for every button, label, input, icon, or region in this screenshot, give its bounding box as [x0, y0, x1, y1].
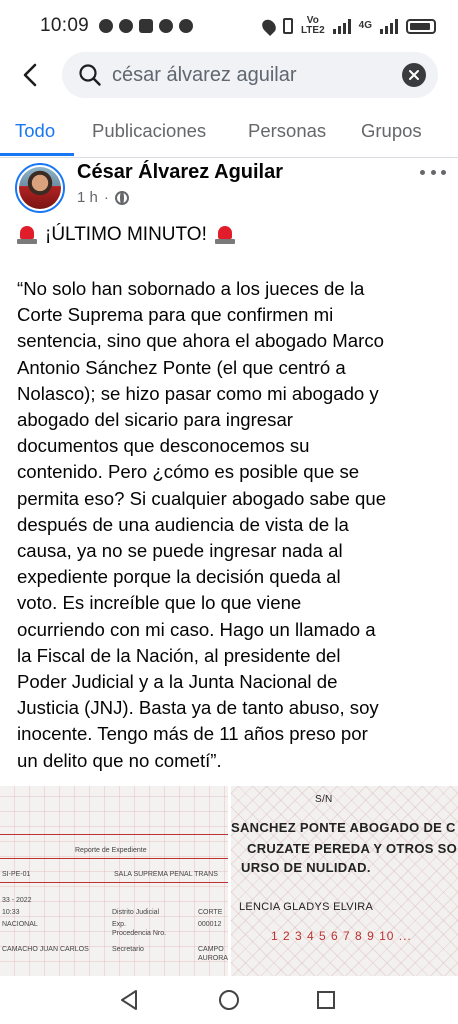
tab-publicaciones[interactable]: Publicaciones — [92, 120, 206, 142]
doc-row3-left: CAMACHO JUAN CARLOS — [2, 946, 89, 953]
tab-grupos[interactable]: Grupos — [361, 120, 422, 142]
square-recents-icon — [317, 991, 335, 1009]
post-image-document-report[interactable]: Reporte de Expediente SI-PE-01 SALA SUPR… — [0, 786, 228, 976]
doc-row1-right: CORTE — [198, 909, 223, 916]
body-line: abogado del sicario para ingresar — [17, 409, 293, 431]
doc-line3: URSO DE NULIDAD. — [241, 860, 371, 875]
location-icon — [259, 16, 279, 36]
circle-home-icon — [219, 990, 239, 1010]
siren-icon — [214, 226, 235, 244]
back-arrow-icon — [23, 63, 37, 87]
body-line: Antonio Sánchez Ponte (el que centró a — [17, 356, 346, 378]
post-body: “No solo han sobornado a los jueces de l… — [17, 276, 447, 774]
chrome-notification-icon-2 — [179, 19, 194, 33]
body-line: Poder Judicial y a la Junta Nacional de — [17, 671, 338, 693]
post-more-options-button[interactable] — [418, 160, 448, 184]
active-tab-indicator — [0, 153, 74, 156]
doc-line1: SANCHEZ PONTE ABOGADO DE C — [231, 820, 456, 835]
body-line: Nolasco); se hizo pasar como mi abogado … — [17, 382, 379, 404]
siren-icon — [17, 226, 37, 244]
search-filter-tabs: Todo Publicaciones Personas Grupos — [0, 104, 458, 158]
doc-sala: SALA SUPREMA PENAL TRANS — [114, 871, 218, 878]
doc-row3-mid: Secretario — [112, 946, 144, 953]
doc-row1-left: NACIONAL — [2, 921, 38, 928]
body-line: sentencia, sino que ahora el abogado Mar… — [17, 330, 384, 352]
messenger-notification-icon — [119, 19, 134, 33]
clear-search-button[interactable] — [402, 63, 426, 87]
nav-back-button[interactable] — [118, 988, 142, 1012]
post-headline: ¡ÚLTIMO MINUTO! — [17, 224, 235, 246]
doc-time: 10:33 — [2, 909, 20, 916]
volte-bottom: LTE2 — [300, 25, 325, 36]
volte-label: Vo LTE2 — [301, 16, 325, 36]
notification-icons — [99, 19, 194, 33]
chat-notification-icon — [99, 19, 114, 33]
post-meta: 1 h · — [77, 189, 129, 206]
chrome-notification-icon — [159, 19, 174, 33]
network-type: 4G — [358, 20, 372, 31]
body-line: inocente. Tengo más de 11 años preso por — [17, 723, 368, 745]
settings-notification-icon — [139, 19, 154, 33]
body-line: un delito que no cometí”. — [17, 749, 222, 771]
body-line: contenido. Pero ¿cómo es posible que se — [17, 461, 360, 483]
dot-icon — [430, 169, 436, 175]
vibrate-icon — [282, 18, 293, 34]
doc-line2: CRUZATE PEREDA Y OTROS SO — [247, 841, 457, 856]
doc-row2-mid2: Procedencia Nro. — [112, 930, 167, 937]
signal-icon-2 — [380, 18, 398, 34]
body-line: causa, ya no se puede ingresar nada al — [17, 540, 343, 562]
system-navigation-bar — [0, 976, 458, 1024]
nav-recents-button[interactable] — [314, 988, 338, 1012]
search-icon — [78, 63, 102, 87]
body-line: expediente porque la decisión queda al — [17, 566, 341, 588]
avatar[interactable] — [15, 163, 65, 213]
search-query: césar álvarez aguilar — [112, 63, 297, 86]
doc-row3-right: CAMPO — [198, 946, 224, 953]
body-line: después de una audiencia de vista de la — [17, 513, 349, 535]
dot-icon — [441, 169, 446, 175]
doc-row2-right: 000012 — [198, 921, 222, 928]
public-globe-icon — [114, 190, 129, 205]
doc-row2-mid: Exp. — [112, 921, 127, 928]
status-time: 10:09 — [40, 15, 90, 36]
body-line: “No solo han sobornado a los jueces de l… — [17, 278, 365, 299]
tab-todo[interactable]: Todo — [15, 120, 55, 142]
doc-numbers: 1 2 3 4 5 6 7 8 9 10 ... — [271, 929, 412, 943]
meta-separator: · — [103, 189, 109, 206]
close-icon — [409, 70, 419, 80]
post-author[interactable]: César Álvarez Aguilar — [77, 161, 283, 184]
body-line: la Fiscal de la Nación, al presidente de… — [17, 644, 341, 666]
status-bar: 10:09 Vo LTE2 4G — [0, 0, 458, 52]
back-button[interactable] — [0, 50, 60, 100]
tab-personas[interactable]: Personas — [248, 120, 326, 142]
post-time[interactable]: 1 h — [77, 189, 98, 206]
dot-icon — [420, 169, 425, 175]
profile-photo — [19, 167, 61, 209]
search-header: césar álvarez aguilar — [0, 50, 458, 100]
body-line: documentos que desconocemos su — [17, 435, 310, 457]
body-line: ocurriendo con mi caso. Hago un llamado … — [17, 618, 376, 640]
doc-date: 33 - 2022 — [2, 897, 32, 904]
headline-text: ¡ÚLTIMO MINUTO! — [45, 224, 207, 245]
body-line: permita eso? Si cualquier abogado sabe q… — [17, 487, 387, 509]
body-line: Justicia (JNJ). Basta ya de tanto abuso,… — [17, 697, 379, 719]
post-image-document-notice[interactable]: S/N SANCHEZ PONTE ABOGADO DE C CRUZATE P… — [231, 786, 458, 976]
system-icons: Vo LTE2 4G — [259, 16, 436, 36]
body-line: Corte Suprema para que confirmen mi — [17, 304, 334, 326]
nav-home-button[interactable] — [217, 988, 241, 1012]
post-images: Reporte de Expediente SI-PE-01 SALA SUPR… — [0, 786, 458, 976]
doc-row3-right2: AURORA — [198, 955, 228, 962]
battery-icon — [406, 18, 436, 34]
doc-row1-mid: Distrito Judicial — [112, 909, 160, 916]
doc-title: Reporte de Expediente — [75, 847, 147, 854]
body-line: voto. Es increíble que lo que viene — [17, 592, 302, 614]
triangle-back-icon — [121, 990, 137, 1010]
signal-icon — [332, 18, 351, 34]
doc-line4: LENCIA GLADYS ELVIRA — [239, 901, 374, 913]
doc-code: SI-PE-01 — [2, 871, 31, 878]
doc-header: S/N — [315, 794, 333, 805]
search-input[interactable]: césar álvarez aguilar — [62, 52, 438, 98]
